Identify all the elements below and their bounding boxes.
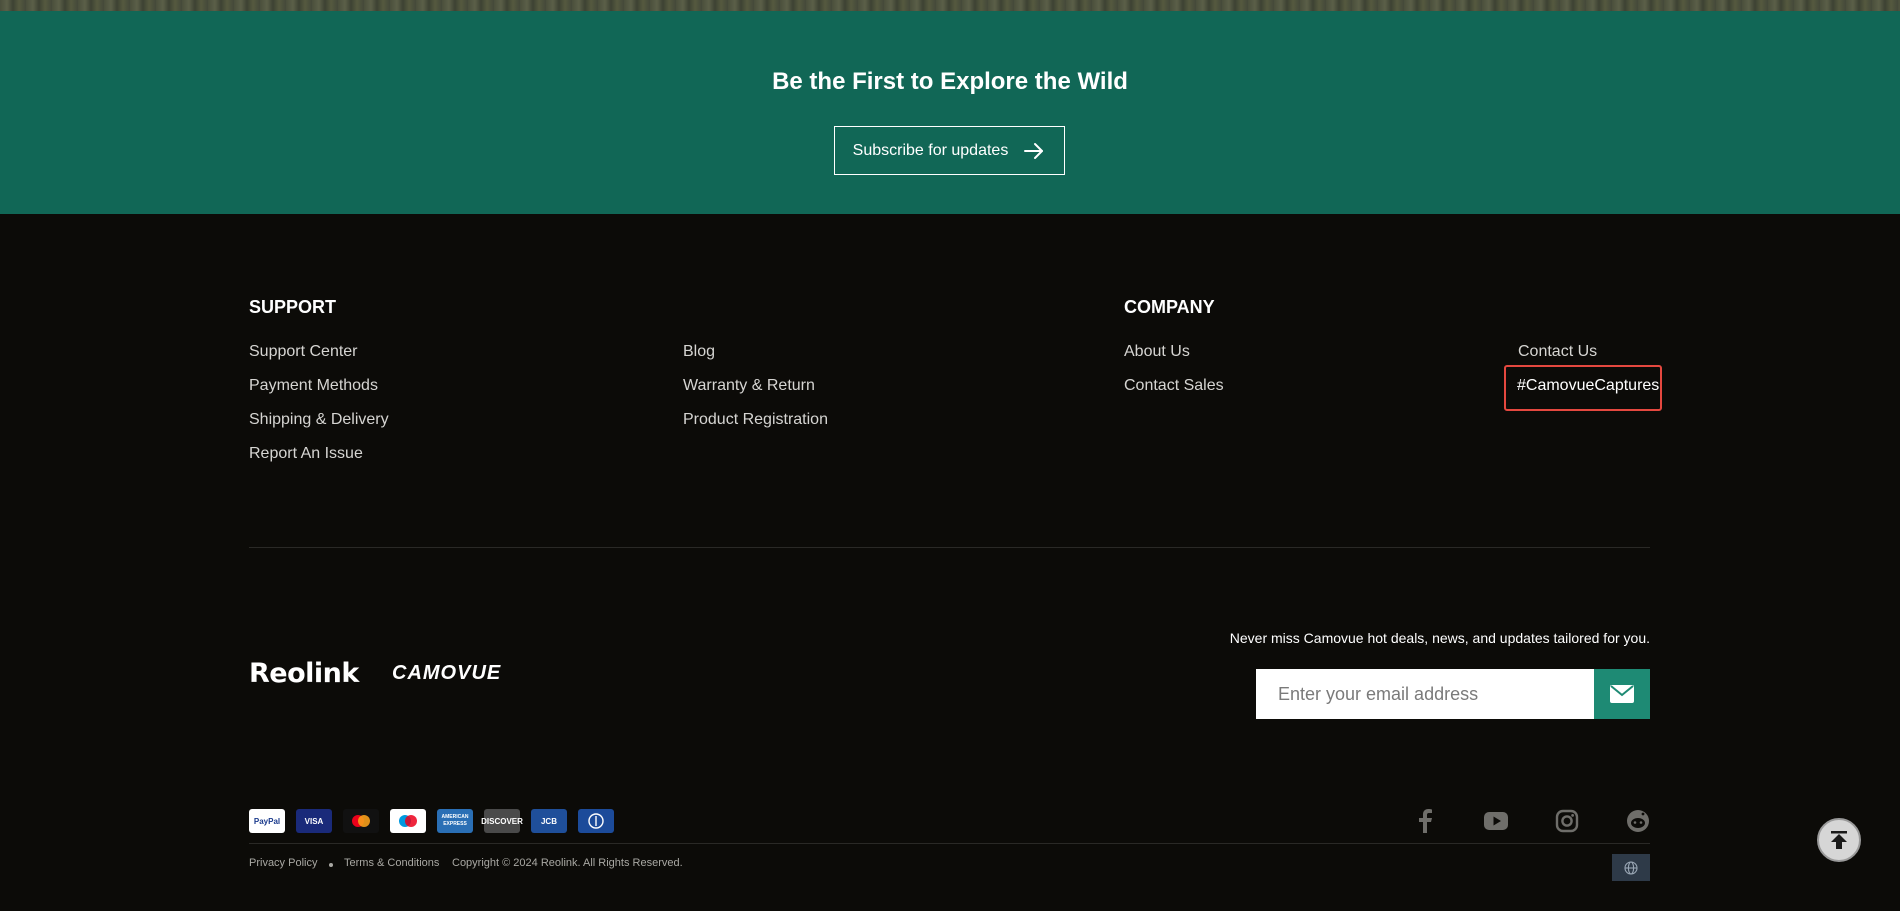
- subscribe-button-label: Subscribe for updates: [852, 141, 1009, 159]
- email-input[interactable]: [1256, 669, 1594, 719]
- reddit-icon[interactable]: [1625, 808, 1651, 834]
- reolink-logo[interactable]: Reolink: [249, 658, 359, 689]
- payment-card-label: VISA: [304, 816, 324, 826]
- payment-card-label: DISCOVER: [481, 816, 523, 826]
- separator-dot: [329, 863, 333, 867]
- reolink-logo-text: Reolink: [249, 658, 359, 689]
- link-report-issue[interactable]: Report An Issue: [249, 445, 363, 463]
- arrow-right-icon: [1024, 142, 1044, 159]
- terms-link[interactable]: Terms & Conditions: [344, 857, 439, 869]
- subscribe-button[interactable]: Subscribe for updates: [834, 126, 1065, 175]
- envelope-icon: [1610, 685, 1634, 703]
- payment-card-mastercard: [343, 809, 379, 833]
- banner-title: Be the First to Explore the Wild: [772, 68, 1128, 95]
- footer-divider: [249, 547, 1650, 548]
- link-warranty-return[interactable]: Warranty & Return: [683, 377, 815, 395]
- payment-card-label: PayPal: [253, 816, 281, 826]
- back-to-top-button[interactable]: [1817, 818, 1861, 862]
- youtube-icon[interactable]: [1483, 808, 1509, 834]
- privacy-policy-link[interactable]: Privacy Policy: [249, 857, 317, 869]
- payment-card-american-express: AMERICAN EXPRESS: [437, 809, 473, 833]
- hero-image-edge: [0, 0, 1900, 11]
- bottom-divider: [249, 843, 1650, 844]
- globe-icon: [1624, 860, 1638, 875]
- link-about-us[interactable]: About Us: [1124, 343, 1190, 361]
- payment-card-paypal: PayPal: [249, 809, 285, 833]
- copyright-text: Copyright © 2024 Reolink. All Rights Res…: [452, 857, 683, 869]
- language-selector[interactable]: [1612, 854, 1650, 881]
- newsletter-text: Never miss Camovue hot deals, news, and …: [1229, 630, 1650, 646]
- payment-card-jcb: JCB: [531, 809, 567, 833]
- payment-card-diners-club: [578, 809, 614, 833]
- subscribe-banner: Be the First to Explore the Wild Subscri…: [0, 11, 1900, 214]
- camovue-logo[interactable]: CAMOVUE: [392, 662, 501, 685]
- email-submit-button[interactable]: [1594, 669, 1650, 719]
- link-contact-sales[interactable]: Contact Sales: [1124, 377, 1224, 395]
- payment-card-label: JCB: [540, 816, 557, 826]
- highlight-box: [1504, 365, 1662, 411]
- link-product-registration[interactable]: Product Registration: [683, 411, 828, 429]
- facebook-icon[interactable]: [1412, 808, 1438, 834]
- link-shipping-delivery[interactable]: Shipping & Delivery: [249, 411, 389, 429]
- payment-card-label: AMERICAN EXPRESS: [441, 814, 469, 827]
- link-payment-methods[interactable]: Payment Methods: [249, 377, 378, 395]
- link-blog[interactable]: Blog: [683, 343, 715, 361]
- camovue-logo-text: CAMOVUE: [392, 662, 502, 684]
- support-heading: SUPPORT: [249, 297, 337, 317]
- instagram-icon[interactable]: [1554, 808, 1580, 834]
- arrow-up-icon: [1831, 831, 1847, 849]
- payment-card-visa: VISA: [296, 809, 332, 833]
- company-heading: COMPANY: [1124, 297, 1215, 317]
- link-contact-us[interactable]: Contact Us: [1518, 343, 1597, 361]
- payment-card-maestro: [390, 809, 426, 833]
- link-support-center[interactable]: Support Center: [249, 343, 358, 361]
- payment-card-discover: DISCOVER: [481, 809, 523, 833]
